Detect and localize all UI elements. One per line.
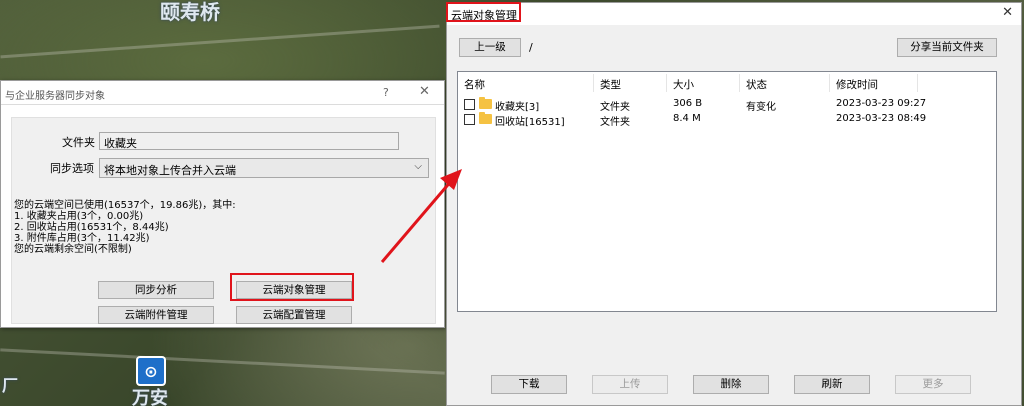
download-button[interactable]: 下载 [491, 375, 567, 394]
delete-button[interactable]: 删除 [693, 375, 769, 394]
map-road [0, 348, 445, 375]
row-checkbox[interactable] [464, 114, 475, 125]
close-icon[interactable]: ✕ [419, 84, 430, 99]
row-size: 8.4 M [673, 113, 701, 124]
row-status: 有变化 [746, 102, 776, 113]
row-name: 收藏夹[3] [495, 102, 540, 113]
highlight-box [446, 2, 521, 22]
chevron-down-icon: ⌵ [414, 161, 422, 172]
sync-option-value: 将本地对象上传合并入云端 [104, 164, 236, 177]
map-place-label: 厂 [2, 376, 19, 395]
cloud-dialog-titlebar: 云端对象管理 ✕ [447, 3, 1021, 25]
sync-option-select[interactable]: 将本地对象上传合并入云端 ⌵ [99, 158, 429, 178]
refresh-button[interactable]: 刷新 [794, 375, 870, 394]
column-header-status[interactable]: 状态 [740, 74, 830, 92]
more-button[interactable]: 更多 [895, 375, 971, 394]
usage-line: 您的云端剩余空间(不限制) [14, 244, 132, 255]
sync-dialog-titlebar: 与企业服务器同步对象 ? ✕ [1, 81, 444, 105]
upload-button[interactable]: 上传 [592, 375, 668, 394]
row-type: 文件夹 [600, 102, 630, 113]
sync-dialog-title: 与企业服务器同步对象 [5, 91, 105, 102]
cloud-config-button[interactable]: 云端配置管理 [236, 306, 352, 324]
usage-line: 3. 附件库占用(3个，11.42兆) [14, 233, 150, 244]
row-modified: 2023-03-23 08:49 [836, 113, 927, 124]
sync-dialog: 与企业服务器同步对象 ? ✕ 文件夹 收藏夹 同步选项 将本地对象上传合并入云端… [0, 80, 445, 328]
column-header-size[interactable]: 大小 [667, 74, 740, 92]
usage-line: 1. 收藏夹占用(3个，0.00兆) [14, 211, 144, 222]
row-type: 文件夹 [600, 117, 630, 128]
close-icon[interactable]: ✕ [1002, 5, 1013, 20]
column-header-name[interactable]: 名称 [458, 74, 594, 92]
folder-field[interactable]: 收藏夹 [99, 132, 399, 150]
up-level-button[interactable]: 上一级 [459, 38, 521, 57]
file-list: 名称 类型 大小 状态 修改时间 收藏夹[3] 文件夹 306 B 有变化 20… [457, 71, 997, 312]
usage-line: 您的云端空间已使用(16537个，19.86兆)，其中: [14, 200, 236, 211]
row-modified: 2023-03-23 09:27 [836, 98, 927, 109]
map-place-label: 颐寿桥 [160, 0, 220, 24]
row-name: 回收站[16531] [495, 117, 565, 128]
folder-icon [479, 97, 492, 109]
table-row[interactable]: 回收站[16531] 文件夹 8.4 M 2023-03-23 08:49 [458, 112, 998, 128]
current-path: / [529, 41, 533, 54]
row-size: 306 B [673, 98, 703, 109]
usage-line: 2. 回收站占用(16531个，8.44兆) [14, 222, 169, 233]
sync-dialog-body: 文件夹 收藏夹 同步选项 将本地对象上传合并入云端 ⌵ 您的云端空间已使用(16… [11, 117, 436, 324]
cloud-objects-dialog: 云端对象管理 ✕ 上一级 / 分享当前文件夹 名称 类型 大小 状态 修改时间 … [446, 2, 1022, 406]
help-icon[interactable]: ? [383, 86, 389, 99]
highlight-box [230, 273, 354, 301]
map-road [0, 24, 440, 59]
share-folder-button[interactable]: 分享当前文件夹 [897, 38, 997, 57]
table-row[interactable]: 收藏夹[3] 文件夹 306 B 有变化 2023-03-23 09:27 [458, 97, 998, 113]
row-checkbox[interactable] [464, 99, 475, 110]
folder-label: 文件夹 [62, 136, 95, 149]
column-header-modified[interactable]: 修改时间 [830, 74, 918, 92]
column-header-type[interactable]: 类型 [594, 74, 667, 92]
usage-summary: 您的云端空间已使用(16537个，19.86兆)，其中: 1. 收藏夹占用(3个… [14, 200, 236, 255]
folder-icon [479, 112, 492, 124]
sync-analyze-button[interactable]: 同步分析 [98, 281, 214, 299]
cloud-attachments-button[interactable]: 云端附件管理 [98, 306, 214, 324]
map-place-label: 万安 [132, 388, 168, 406]
sync-option-label: 同步选项 [50, 162, 94, 175]
metro-marker-icon: ⊙ [136, 356, 166, 386]
